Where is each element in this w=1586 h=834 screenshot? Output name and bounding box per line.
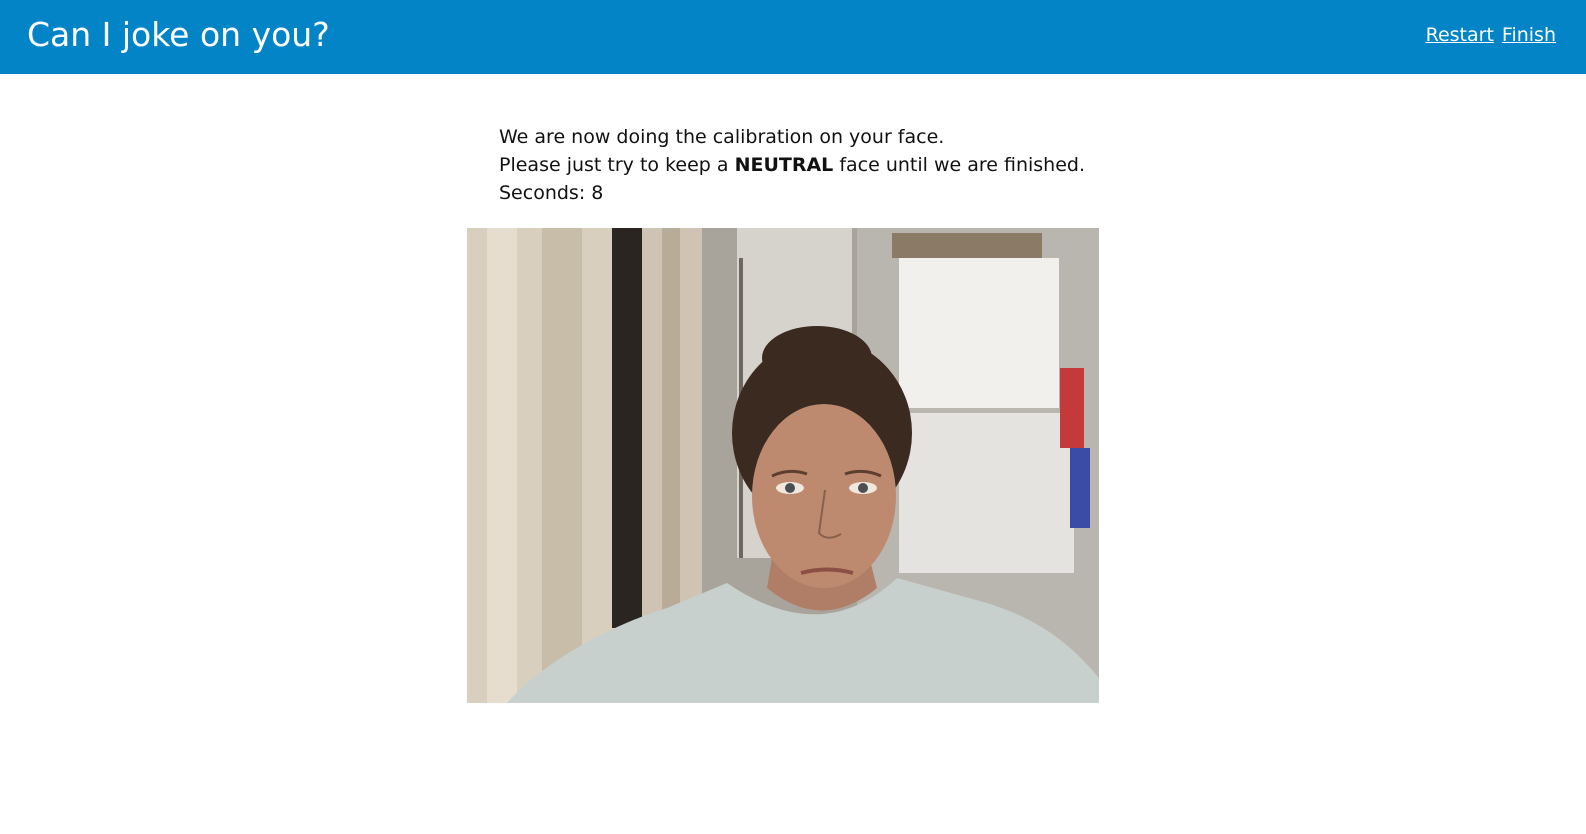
app-title: Can I joke on you? <box>27 15 330 54</box>
restart-link[interactable]: Restart <box>1426 22 1494 48</box>
neutral-prefix: Please just try to keep a <box>499 154 735 176</box>
countdown: Seconds: 8 <box>499 179 1085 207</box>
webcam-feed <box>467 228 1099 703</box>
neutral-emphasis: NEUTRAL <box>734 154 834 176</box>
calibration-message: We are now doing the calibration on your… <box>499 126 945 148</box>
header-nav: Restart Finish <box>1426 22 1556 48</box>
neutral-suffix: face until we are finished. <box>833 154 1086 176</box>
neutral-face-message: Please just try to keep a NEUTRAL face u… <box>499 151 1085 179</box>
finish-link[interactable]: Finish <box>1502 22 1556 48</box>
app-header: Can I joke on you? Restart Finish <box>0 0 1586 74</box>
calibration-instructions: We are now doing the calibration on your… <box>499 123 1085 207</box>
seconds-label: Seconds: <box>499 182 592 204</box>
seconds-value: 8 <box>591 182 604 204</box>
webcam-image <box>467 228 1099 703</box>
